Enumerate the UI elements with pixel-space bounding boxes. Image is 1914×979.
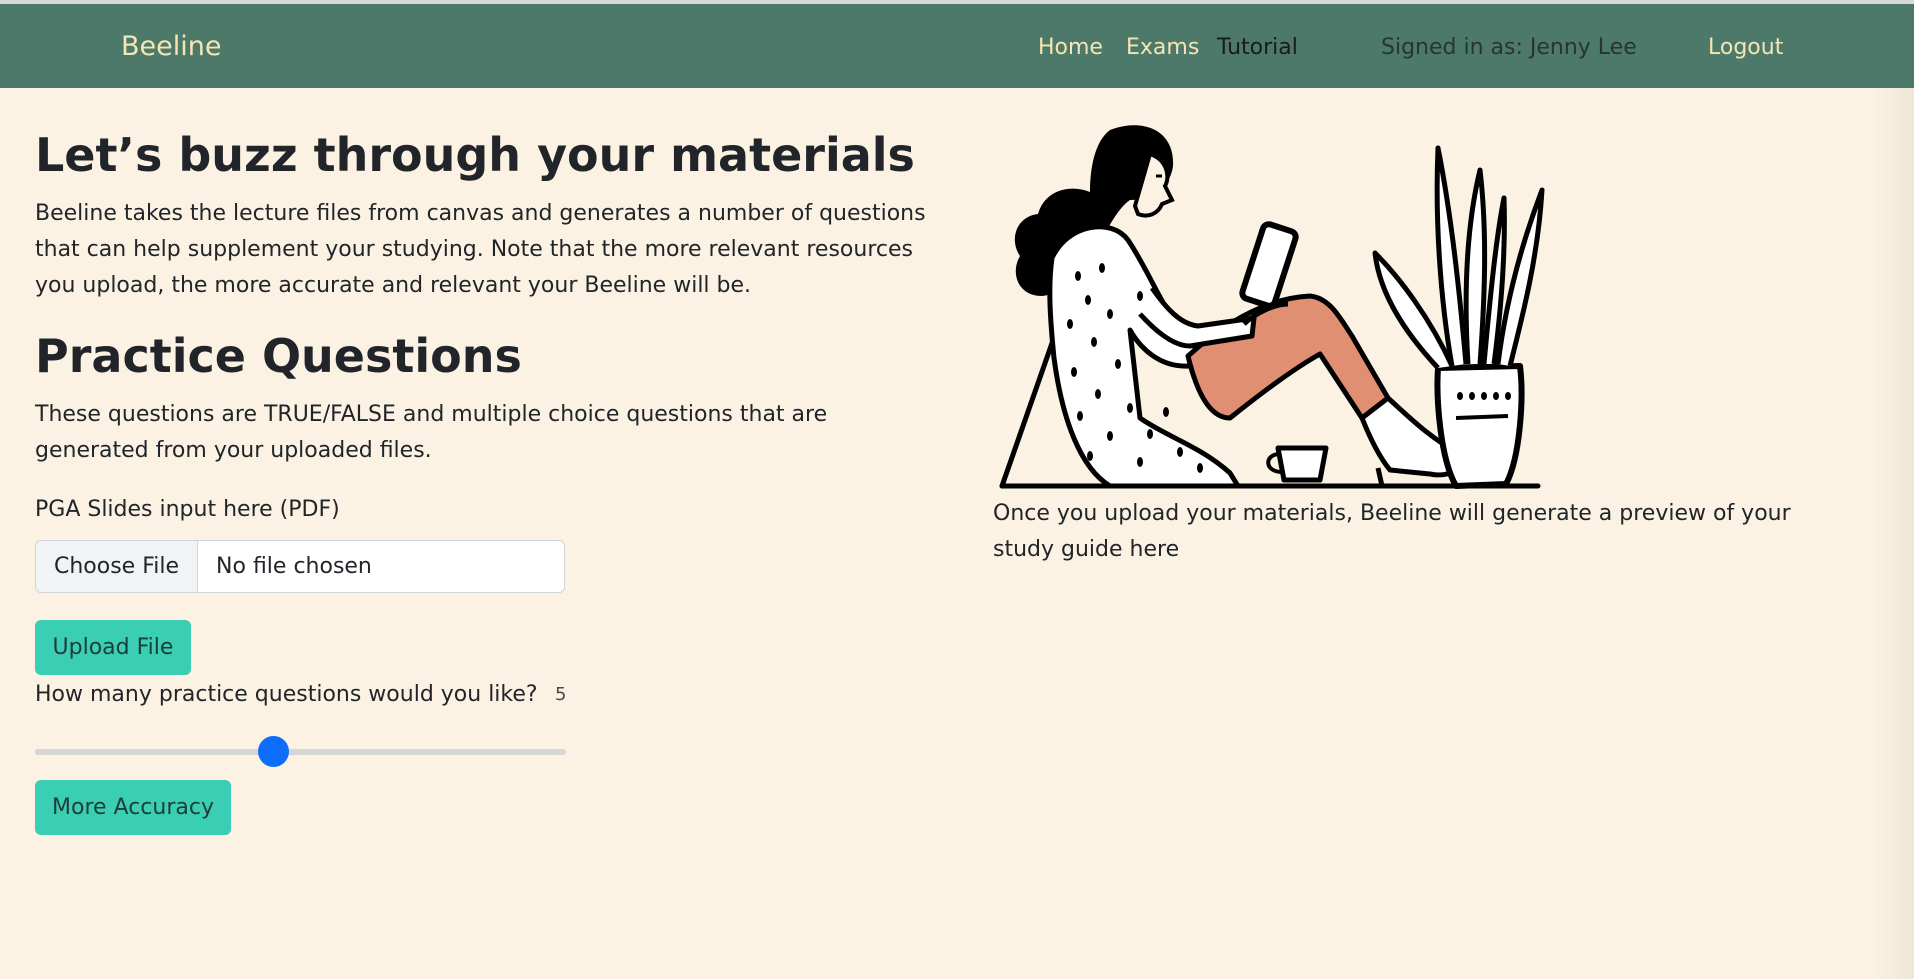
navbar: Beeline Home Exams Tutorial Signed in as… <box>0 4 1914 88</box>
window-edge-shadow <box>1874 88 1914 979</box>
file-input-label: PGA Slides input here (PDF) <box>35 497 340 522</box>
signed-in-text: Signed in as: Jenny Lee <box>1381 35 1637 60</box>
practice-paragraph: These questions are TRUE/FALSE and multi… <box>35 402 828 463</box>
intro-heading: Let’s buzz through your materials <box>35 128 915 182</box>
question-count-slider-track[interactable] <box>35 749 566 755</box>
logout-link[interactable]: Logout <box>1708 35 1783 60</box>
brand-link[interactable]: Beeline <box>121 31 221 62</box>
nav-exams-link[interactable]: Exams <box>1126 35 1199 60</box>
more-accuracy-button[interactable]: More Accuracy <box>35 780 231 835</box>
choose-file-button[interactable]: Choose File <box>36 541 199 592</box>
file-status-text: No file chosen <box>216 554 372 579</box>
practice-heading: Practice Questions <box>35 329 522 383</box>
question-count-slider-thumb[interactable] <box>258 736 290 767</box>
upload-file-button[interactable]: Upload File <box>35 620 191 675</box>
nav-tutorial-link[interactable]: Tutorial <box>1217 35 1298 60</box>
file-input[interactable]: Choose File No file chosen <box>35 540 565 593</box>
intro-paragraph: Beeline takes the lecture files from can… <box>35 201 926 298</box>
reading-woman-illustration <box>999 125 1545 489</box>
question-count-value: 5 <box>555 684 567 705</box>
nav-home-link[interactable]: Home <box>1038 35 1103 60</box>
preview-text: Once you upload your materials, Beeline … <box>993 501 1791 562</box>
question-count-label: How many practice questions would you li… <box>35 682 538 707</box>
